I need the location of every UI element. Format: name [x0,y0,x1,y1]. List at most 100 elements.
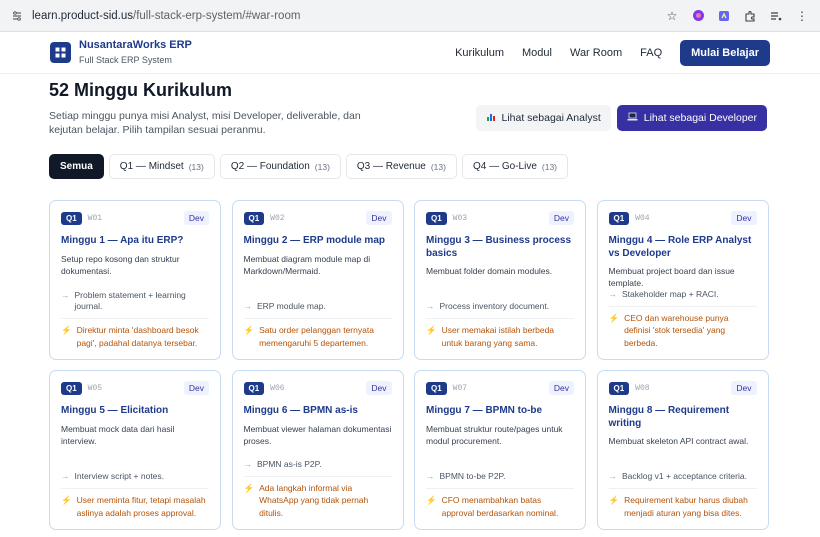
arrow-right-icon: → [426,471,435,481]
lightning-icon: ⚡ [426,325,437,335]
brand-subtitle: Full Stack ERP System [79,55,172,65]
lightning-icon: ⚡ [243,325,255,335]
more-menu-icon[interactable]: ⋮ [794,8,810,24]
brand[interactable]: NusantaraWorks ERP Full Stack ERP System [79,39,192,66]
card-title: Minggu 8 — Requirement writing [608,405,730,429]
nav-link-war-room[interactable]: War Room [570,47,622,59]
extensions-puzzle-icon[interactable] [742,8,758,24]
week-card-grid: Q1 W01 Dev Minggu 1 — Apa itu ERP? Setup r… [49,200,769,537]
deliverable-text: Backlog v1 + acceptance criteria. [622,471,747,481]
quarter-badge: Q1 [426,381,447,395]
start-learning-button[interactable]: Mulai Belajar [680,39,770,66]
week-card[interactable]: Q1 W02 Dev Minggu 2 — ERP module map Membu… [231,200,404,360]
week-card[interactable]: Q1 W04 Dev Minggu 4 — Role ERP Analyst vs … [596,200,769,360]
filter-label: Q1 — Mindset [119,161,184,172]
view-as-analyst-label: Lihat sebagai Analyst [501,112,601,124]
view-as-developer-button[interactable]: Lihat sebagai Developer [616,105,767,131]
deliverable-text: Process inventory document. [439,301,550,311]
week-card[interactable]: Q1 W07 Dev Minggu 7 — BPMN to-be Membuat s… [414,370,586,530]
quarter-badge: Q1 [61,381,82,395]
surprise-text: Ada langkah informal via WhatsApp yang t… [259,482,369,518]
divider [243,318,392,319]
week-card[interactable]: Q1 W01 Dev Minggu 1 — Apa itu ERP? Setup r… [49,200,221,360]
laptop-icon [627,112,638,125]
card-title: Minggu 4 — Role ERP Analyst vs Developer [608,235,752,259]
week-code: W06 [270,383,285,393]
arrow-right-icon: → [243,301,253,311]
filter-count: (13) [314,161,330,172]
week-card[interactable]: Q1 W03 Dev Minggu 3 — Business process bas… [414,200,586,360]
card-description: Membuat skeleton API contract awal. [608,436,749,446]
view-as-analyst-button[interactable]: Lihat sebagai Analyst [475,105,611,131]
bar-chart-icon [486,112,496,125]
card-title: Minggu 3 — Business process basics [426,235,572,259]
brand-logo-icon[interactable] [50,42,71,63]
filter-chip-q1[interactable]: Q1 — Mindset (13) [108,154,215,179]
filter-chip-q3[interactable]: Q3 — Revenue (13) [345,154,457,179]
bookmark-star-icon[interactable]: ☆ [664,8,680,24]
nav-link-kurikulum[interactable]: Kurikulum [455,47,504,59]
card-description: Membuat struktur route/pages untuk modul… [426,423,563,446]
surprise-text: Requirement kabur harus diubah menjadi a… [624,495,748,518]
quarter-badge: Q1 [608,381,630,395]
deliverable-text: ERP module map. [257,301,326,311]
surprise-text: CFO menambahkan batas approval berdasark… [441,495,559,518]
quarter-badge: Q1 [243,211,265,225]
card-title: Minggu 7 — BPMN to-be [426,405,543,416]
lightning-icon: ⚡ [608,312,620,323]
card-description: Membuat diagram module map di Markdown/M… [243,253,371,276]
lightning-icon: ⚡ [243,482,255,493]
filter-chip-q2[interactable]: Q2 — Foundation (13) [219,154,341,179]
week-code: W08 [635,383,650,393]
quarter-badge: Q1 [608,211,630,225]
lightning-icon: ⚡ [61,325,72,335]
card-title: Minggu 1 — Apa itu ERP? [61,235,184,246]
week-code: W05 [87,383,103,393]
browser-toolbar: learn.product-sid.us/full-stack-erp-syst… [0,0,820,32]
week-code: W02 [270,213,285,223]
deliverable-text: Problem statement + learning journal. [74,290,186,311]
card-description: Setup repo kosong dan struktur dokumenta… [61,253,180,276]
week-card[interactable]: Q1 W08 Dev Minggu 8 — Requirement writing … [596,370,769,530]
address-bar[interactable]: learn.product-sid.us/full-stack-erp-syst… [32,10,664,22]
card-title: Minggu 6 — BPMN as-is [243,405,358,416]
lightning-icon: ⚡ [426,495,437,505]
media-controls-icon[interactable] [768,8,784,24]
week-code: W01 [87,213,103,223]
deliverable-text: Stakeholder map + RACI. [622,288,719,299]
extension-app-icon[interactable] [716,8,732,24]
filter-label: Q4 — Go-Live [472,161,537,172]
site-info-icon[interactable] [10,9,24,23]
divider [61,318,209,319]
extension-circle-icon[interactable] [690,8,706,24]
filter-chip-q4[interactable]: Q4 — Go-Live (13) [461,154,569,179]
surprise-text: Satu order pelanggan ternyata memengaruh… [259,325,374,348]
role-tag: Dev [548,381,574,395]
quarter-filters: Semua Q1 — Mindset (13) Q2 — Foundation (1… [49,154,569,179]
role-tag: Dev [183,211,209,225]
week-code: W04 [635,213,650,223]
week-card[interactable]: Q1 W06 Dev Minggu 6 — BPMN as-is Membuat v… [231,370,404,530]
filter-count: (13) [541,161,558,172]
role-tag: Dev [731,381,757,395]
role-tag: Dev [366,211,392,225]
page-title: 52 Minggu Kurikulum [49,80,233,100]
divider [608,488,757,489]
deliverable-text: BPMN to-be P2P. [439,471,506,481]
page-description: Setiap minggu punya misi Analyst, misi D… [49,110,361,136]
week-card[interactable]: Q1 W05 Dev Minggu 5 — Elicitation Membuat … [49,370,221,530]
role-tag: Dev [548,211,574,225]
filter-label: Q2 — Foundation [230,161,310,172]
surprise-text: User memakai istilah berbeda untuk baran… [441,325,555,348]
nav-link-faq[interactable]: FAQ [640,47,662,59]
quarter-badge: Q1 [61,211,82,225]
divider [243,475,392,477]
main-nav: Kurikulum Modul War Room FAQ Mulai Belaj… [455,39,770,66]
divider [608,305,757,307]
filter-chip-all[interactable]: Semua [49,154,104,179]
nav-link-modul[interactable]: Modul [522,47,552,59]
arrow-right-icon: → [61,290,70,300]
surprise-text: User meminta fitur, tetapi masalah aslin… [76,495,206,518]
brand-name: NusantaraWorks ERP [79,39,192,51]
arrow-right-icon: → [243,458,253,469]
